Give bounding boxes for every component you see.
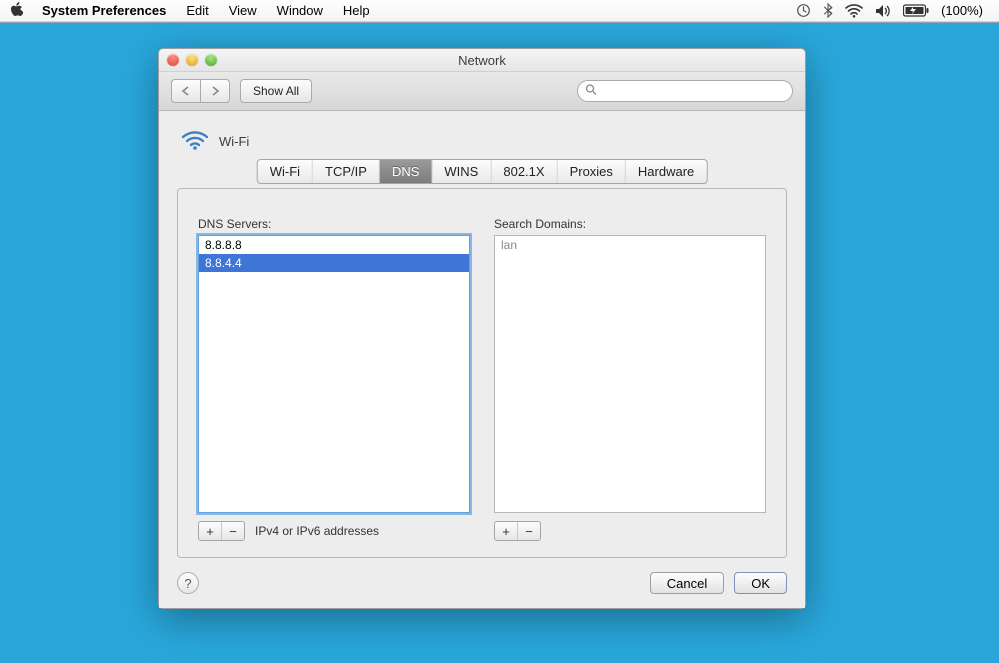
dns-servers-label: DNS Servers: — [198, 217, 470, 231]
tab-8021x[interactable]: 802.1X — [491, 160, 557, 183]
volume-icon[interactable] — [869, 4, 897, 18]
minimize-icon[interactable] — [186, 54, 198, 66]
menu-edit[interactable]: Edit — [176, 0, 218, 21]
dns-servers-list[interactable]: 8.8.8.8 8.8.4.4 — [198, 235, 470, 513]
menu-window[interactable]: Window — [267, 0, 333, 21]
ok-button[interactable]: OK — [734, 572, 787, 594]
list-item[interactable]: lan — [495, 236, 765, 254]
timemachine-icon[interactable] — [790, 3, 817, 18]
cancel-button[interactable]: Cancel — [650, 572, 724, 594]
window-title: Network — [159, 53, 805, 68]
tabstrip: Wi-Fi TCP/IP DNS WINS 802.1X Proxies Har… — [257, 159, 708, 184]
add-domain-button[interactable]: + — [495, 522, 518, 540]
page-title: Wi-Fi — [219, 134, 249, 149]
menubar: System Preferences Edit View Window Help… — [0, 0, 999, 22]
search-icon — [585, 84, 597, 99]
search-domains-list[interactable]: lan — [494, 235, 766, 513]
menu-view[interactable]: View — [219, 0, 267, 21]
tab-proxies[interactable]: Proxies — [558, 160, 626, 183]
remove-domain-button[interactable]: − — [518, 522, 540, 540]
wifi-icon — [181, 129, 209, 154]
forward-button[interactable] — [200, 79, 230, 103]
help-button[interactable]: ? — [177, 572, 199, 594]
add-server-button[interactable]: + — [199, 522, 222, 540]
network-window: Network Show All Wi-Fi Wi-Fi TCP/IP DNS … — [158, 48, 806, 609]
tab-hardware[interactable]: Hardware — [626, 160, 706, 183]
close-icon[interactable] — [167, 54, 179, 66]
titlebar[interactable]: Network — [159, 49, 805, 72]
menu-app-name[interactable]: System Preferences — [32, 0, 176, 21]
search-input[interactable] — [577, 80, 793, 102]
tab-wins[interactable]: WINS — [432, 160, 491, 183]
list-item[interactable]: 8.8.8.8 — [199, 236, 469, 254]
list-item[interactable]: 8.8.4.4 — [199, 254, 469, 272]
tab-tcpip[interactable]: TCP/IP — [313, 160, 380, 183]
tab-wifi[interactable]: Wi-Fi — [258, 160, 313, 183]
dns-hint: IPv4 or IPv6 addresses — [255, 524, 379, 538]
battery-percent: (100%) — [935, 3, 989, 18]
bluetooth-icon[interactable] — [817, 3, 839, 18]
zoom-icon[interactable] — [205, 54, 217, 66]
remove-server-button[interactable]: − — [222, 522, 244, 540]
search-domains-label: Search Domains: — [494, 217, 766, 231]
wifi-status-icon[interactable] — [839, 4, 869, 18]
tab-dns[interactable]: DNS — [380, 160, 432, 183]
toolbar: Show All — [159, 72, 805, 111]
menu-help[interactable]: Help — [333, 0, 380, 21]
back-button[interactable] — [171, 79, 200, 103]
dns-panel: DNS Servers: 8.8.8.8 8.8.4.4 + − IPv4 or… — [177, 188, 787, 558]
apple-icon[interactable] — [10, 2, 32, 20]
show-all-button[interactable]: Show All — [240, 79, 312, 103]
battery-icon[interactable] — [897, 4, 935, 17]
